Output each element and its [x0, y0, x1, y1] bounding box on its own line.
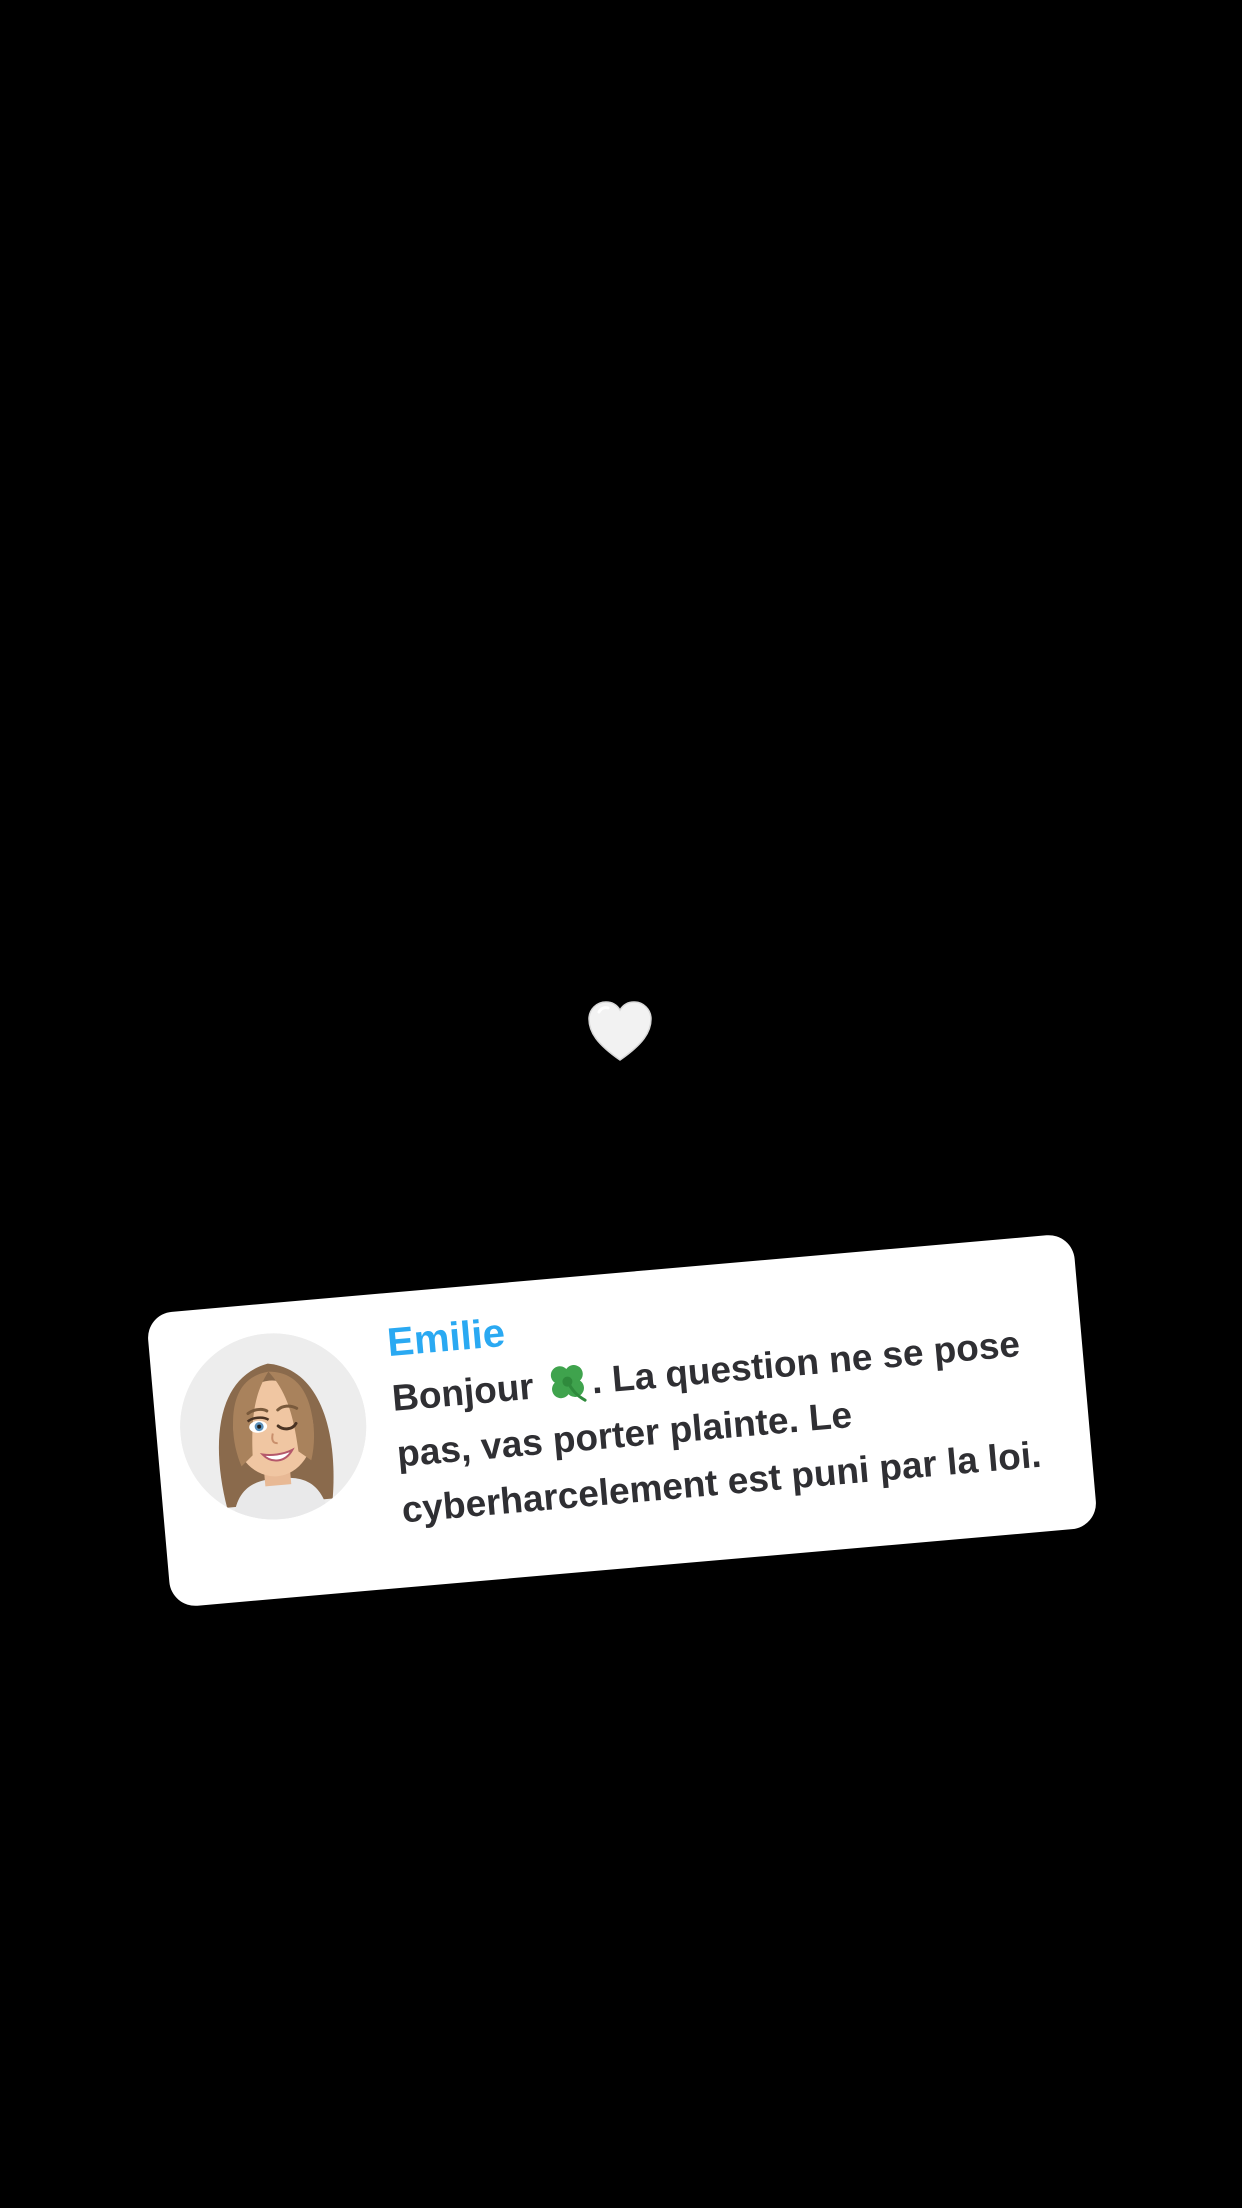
- reply-sticker[interactable]: Emilie Bonjour . La question ne se pose …: [145, 1233, 1099, 1608]
- message-text-start: Bonjour: [390, 1364, 546, 1419]
- white-heart-icon: [588, 1001, 652, 1061]
- bitmoji-avatar-icon: [172, 1325, 374, 1528]
- four-leaf-clover-icon: [550, 1365, 587, 1402]
- reply-message: Emilie Bonjour . La question ne se pose …: [385, 1261, 1072, 1539]
- story-screen: Emilie Bonjour . La question ne se pose …: [0, 0, 1242, 2208]
